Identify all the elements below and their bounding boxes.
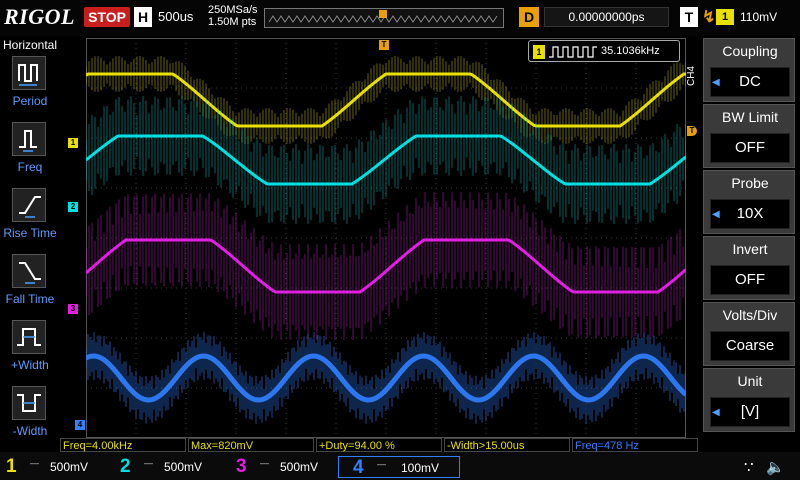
- trigger-label: T: [680, 7, 698, 27]
- trigger-position-marker[interactable]: T: [379, 40, 389, 50]
- menu-probe-title: Probe: [731, 175, 769, 191]
- trigger-level-marker[interactable]: T: [687, 126, 697, 136]
- menu-probe[interactable]: Probe 10X ◀: [703, 170, 795, 234]
- timebase-value[interactable]: 500us: [158, 9, 193, 24]
- menu-invert[interactable]: Invert OFF: [703, 236, 795, 300]
- rise-time-icon: [12, 188, 46, 222]
- left-arrow-icon: ◀: [712, 209, 720, 220]
- menu-volts-div-title: Volts/Div: [722, 307, 778, 323]
- measure-negative-width-label: -Width: [12, 424, 48, 438]
- measure-period[interactable]: Period: [0, 56, 60, 120]
- trigger-level[interactable]: 110mV: [740, 10, 777, 24]
- channel-4-scale: 100mV: [401, 461, 440, 475]
- counter-channel: 1: [533, 45, 545, 59]
- menu-volts-div[interactable]: Volts/Div Coarse: [703, 302, 795, 366]
- positive-width-icon: [12, 320, 46, 354]
- measurement-bar: Freq=4.00kHz Max=820mV +Duty=94.00 % -Wi…: [60, 438, 700, 452]
- menu-coupling-value: DC: [710, 67, 790, 97]
- sample-rate: 250MSa/s: [208, 4, 258, 16]
- dc-coupling-icon: ―: [30, 458, 39, 468]
- frequency-counter: 1 35.1036kHz: [528, 40, 680, 62]
- measure-rise-time-label: Rise Time: [3, 226, 57, 240]
- delay-label: D: [519, 7, 539, 27]
- dc-coupling-icon: ―: [144, 458, 153, 468]
- channel-2-number: 2: [120, 456, 131, 477]
- freq-icon: [12, 122, 46, 156]
- menu-invert-value: OFF: [710, 265, 790, 295]
- menu-channel-tag: CH4: [686, 66, 697, 87]
- ch3-noise: [85, 192, 687, 340]
- measure-fall-time-label: Fall Time: [5, 292, 55, 306]
- channel-1-scale: 500mV: [50, 460, 89, 474]
- left-arrow-icon: ◀: [712, 77, 720, 88]
- channel-2-tab[interactable]: 2 ― 500mV: [120, 456, 230, 478]
- measure-positive-width-label: +Width: [11, 358, 49, 372]
- dc-coupling-icon: ―: [260, 458, 269, 468]
- horizontal-label: H: [134, 7, 152, 27]
- waveform-display[interactable]: [84, 37, 688, 439]
- measure-freq-label: Freq: [17, 160, 43, 174]
- panel-title: Horizontal: [2, 38, 58, 52]
- ch2-offset-marker[interactable]: 2: [68, 202, 78, 212]
- fall-time-icon: [12, 254, 46, 288]
- menu-volts-div-value: Coarse: [710, 331, 790, 361]
- menu-coupling[interactable]: Coupling DC ◀: [703, 38, 795, 102]
- channel-4-tab[interactable]: 4 ― 100mV: [338, 456, 460, 478]
- measurement-duty-ch1[interactable]: +Duty=94.00 %: [316, 438, 442, 452]
- top-status-bar: RIGOL STOP H 500us 250MSa/s 1.50M pts D …: [0, 0, 800, 36]
- horizontal-measure-panel: Horizontal Period Freq Rise Time Fall Ti…: [0, 36, 60, 452]
- ch4-offset-marker[interactable]: 4: [75, 420, 85, 430]
- acquisition-info: 250MSa/s 1.50M pts: [208, 4, 258, 28]
- graticule: [84, 37, 688, 439]
- menu-bw-limit-value: OFF: [710, 133, 790, 163]
- menu-bw-limit[interactable]: BW Limit OFF: [703, 104, 795, 168]
- measurement-freq-ch1[interactable]: Freq=4.00kHz: [60, 438, 186, 452]
- ch1-offset-marker[interactable]: 1: [68, 138, 78, 148]
- measurement-width-ch1[interactable]: -Width>15.00us: [444, 438, 570, 452]
- trigger-source[interactable]: 1: [716, 9, 734, 25]
- menu-probe-value: 10X: [710, 199, 790, 229]
- delay-value[interactable]: 0.00000000ps: [544, 7, 669, 27]
- channel-menu: Coupling DC ◀ BW Limit OFF Probe 10X ◀ I…: [703, 38, 800, 434]
- dc-coupling-icon: ―: [377, 459, 386, 469]
- period-icon: [12, 56, 46, 90]
- menu-unit-title: Unit: [737, 373, 763, 389]
- menu-bw-limit-title: BW Limit: [722, 109, 778, 125]
- channel-2-scale: 500mV: [164, 460, 203, 474]
- measure-period-label: Period: [12, 94, 48, 108]
- menu-unit-value: [V]: [710, 397, 790, 427]
- channel-status-bar: 1 ― 500mV 2 ― 500mV 3 ― 500mV 4 ― 100mV: [0, 452, 800, 480]
- channel-3-number: 3: [236, 456, 247, 477]
- memory-position-strip[interactable]: [264, 8, 504, 28]
- negative-width-icon: [12, 386, 46, 420]
- memory-depth: 1.50M pts: [208, 16, 257, 28]
- usb-icon: ∵: [744, 459, 754, 476]
- square-wave-icon: [549, 46, 597, 58]
- left-arrow-icon: ◀: [712, 407, 720, 418]
- channel-1-tab[interactable]: 1 ― 500mV: [6, 456, 116, 478]
- channel-3-scale: 500mV: [280, 460, 319, 474]
- menu-coupling-title: Coupling: [722, 43, 778, 59]
- measure-freq[interactable]: Freq: [0, 122, 60, 186]
- menu-unit[interactable]: Unit [V] ◀: [703, 368, 795, 432]
- channel-3-tab[interactable]: 3 ― 500mV: [236, 456, 346, 478]
- speaker-muted-icon[interactable]: 🔈: [766, 458, 785, 476]
- measure-negative-width[interactable]: -Width: [0, 386, 60, 450]
- counter-value: 35.1036kHz: [601, 45, 660, 57]
- measure-fall-time[interactable]: Fall Time: [0, 254, 60, 318]
- rising-edge-icon: ↯: [702, 9, 716, 26]
- channel-1-number: 1: [6, 456, 17, 477]
- measure-rise-time[interactable]: Rise Time: [0, 188, 60, 252]
- run-stop-indicator[interactable]: STOP: [84, 7, 130, 27]
- brand-logo: RIGOL: [4, 4, 75, 29]
- measurement-max-ch1[interactable]: Max=820mV: [188, 438, 314, 452]
- menu-invert-title: Invert: [732, 241, 768, 257]
- ch3-offset-marker[interactable]: 3: [68, 304, 78, 314]
- channel-4-number: 4: [353, 457, 364, 478]
- measurement-freq-ch4[interactable]: Freq=478 Hz: [572, 438, 698, 452]
- measure-positive-width[interactable]: +Width: [0, 320, 60, 384]
